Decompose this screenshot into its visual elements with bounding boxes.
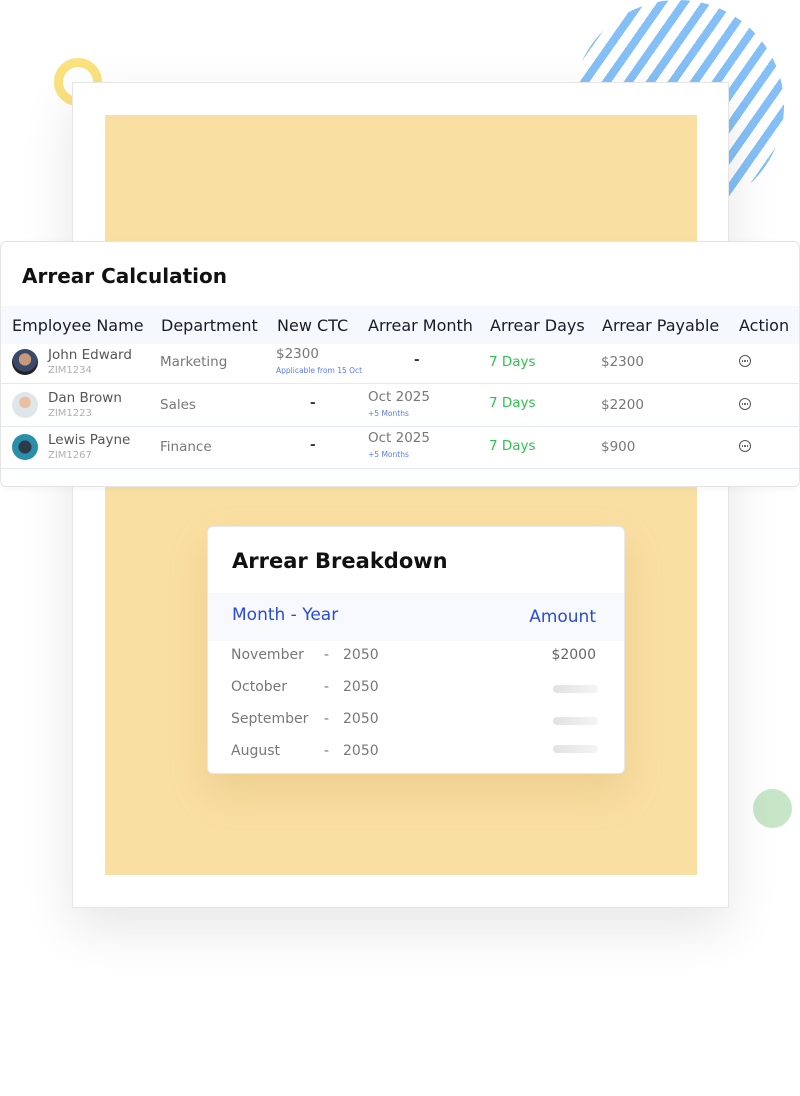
background-frame [72, 82, 729, 908]
col-new-ctc: New CTC [277, 316, 349, 335]
year: 2050 [343, 743, 379, 759]
breakdown-row: August - 2050 [208, 743, 624, 765]
table-row[interactable]: Dan Brown ZIM1223 Sales - Oct 2025 +5 Mo… [1, 384, 799, 427]
arrear-calculation-title: Arrear Calculation [22, 264, 227, 288]
arrear-month-note: +5 Months [368, 450, 409, 459]
month: August [231, 743, 280, 759]
arrear-payable: $900 [601, 439, 636, 455]
table-header: Employee Name Department New CTC Arrear … [1, 306, 799, 344]
col-action: Action [739, 316, 790, 335]
avatar [12, 349, 38, 375]
employee-id: ZIM1267 [48, 450, 92, 461]
year: 2050 [343, 679, 379, 695]
arrear-month: Oct 2025 [368, 389, 430, 405]
col-arrear-days: Arrear Days [490, 316, 585, 335]
breakdown-row: October - 2050 [208, 679, 624, 701]
arrear-days: 7 Days [489, 354, 536, 370]
amount-placeholder [553, 745, 598, 753]
arrear-payable: $2300 [601, 354, 644, 370]
green-dot-decoration [753, 789, 792, 828]
new-ctc-note: Applicable from 15 Oct [276, 366, 363, 375]
arrear-days: 7 Days [489, 438, 536, 454]
table-row[interactable]: Lewis Payne ZIM1267 Finance - Oct 2025 +… [1, 426, 799, 469]
arrear-month-note: +5 Months [368, 409, 409, 418]
arrear-month: - [414, 352, 420, 368]
amount: $2000 [551, 647, 596, 663]
employee-id: ZIM1223 [48, 408, 92, 419]
arrear-breakdown-title: Arrear Breakdown [232, 549, 448, 573]
col-department: Department [161, 316, 258, 335]
separator: - [324, 743, 330, 759]
month: November [231, 647, 304, 663]
amount-placeholder [553, 685, 598, 693]
arrear-days: 7 Days [489, 395, 536, 411]
arrear-breakdown-card: Arrear Breakdown Month - Year Amount Nov… [207, 526, 625, 774]
more-options-icon[interactable] [739, 355, 751, 367]
new-ctc: $2300 [276, 346, 319, 362]
employee-name: Dan Brown [48, 390, 122, 406]
separator: - [324, 711, 330, 727]
amount-placeholder [553, 717, 598, 725]
col-employee-name: Employee Name [12, 316, 144, 335]
year: 2050 [343, 647, 379, 663]
year: 2050 [343, 711, 379, 727]
col-arrear-month: Arrear Month [368, 316, 473, 335]
month: October [231, 679, 288, 695]
employee-id: ZIM1234 [48, 365, 92, 376]
breakdown-row: November - 2050 $2000 [208, 647, 624, 669]
breakdown-header: Month - Year Amount [208, 593, 624, 641]
department: Marketing [160, 354, 228, 370]
month: September [231, 711, 309, 727]
more-options-icon[interactable] [739, 398, 751, 410]
more-options-icon[interactable] [739, 440, 751, 452]
separator: - [324, 647, 330, 663]
breakdown-row: September - 2050 [208, 711, 624, 733]
new-ctc: - [310, 437, 316, 453]
avatar [12, 434, 38, 460]
employee-name: Lewis Payne [48, 432, 131, 448]
arrear-payable: $2200 [601, 397, 644, 413]
month-year-header: Month - Year [232, 605, 339, 625]
department: Sales [160, 397, 196, 413]
col-arrear-payable: Arrear Payable [602, 316, 720, 335]
table-row[interactable]: John Edward ZIM1234 Marketing $2300 Appl… [1, 341, 799, 384]
arrear-calculation-card: Arrear Calculation Employee Name Departm… [0, 241, 800, 487]
new-ctc: - [310, 395, 316, 411]
arrear-month: Oct 2025 [368, 430, 430, 446]
separator: - [324, 679, 330, 695]
avatar [12, 392, 38, 418]
employee-name: John Edward [48, 347, 132, 363]
department: Finance [160, 439, 212, 455]
amount-header: Amount [529, 607, 596, 627]
